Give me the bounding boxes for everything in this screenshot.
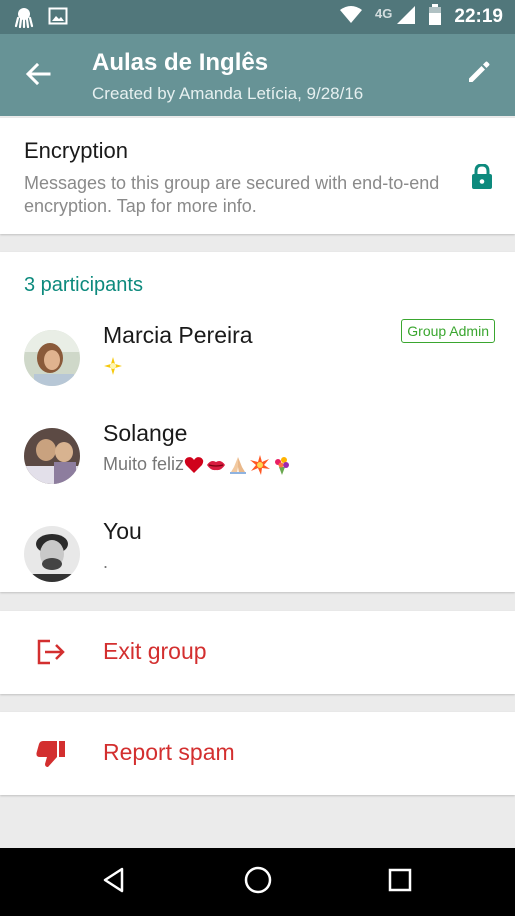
nav-home-icon <box>243 865 273 900</box>
sparkle-star-icon <box>103 356 123 376</box>
participant-status: . <box>103 552 108 573</box>
avatar <box>24 526 80 582</box>
nav-back-button[interactable] <box>86 860 142 904</box>
participants-section: 3 participants Marcia Pereira Group Admi… <box>0 252 515 592</box>
clock: 22:19 <box>454 6 503 27</box>
cell-signal-icon <box>396 5 416 30</box>
pencil-icon <box>466 59 492 90</box>
back-button[interactable] <box>18 56 58 96</box>
report-spam-button[interactable]: Report spam <box>0 712 515 795</box>
participant-row[interactable]: Marcia Pereira Group Admin <box>0 314 515 410</box>
nav-recents-button[interactable] <box>372 860 428 904</box>
collision-icon <box>250 454 271 475</box>
praying-hands-icon <box>228 455 248 475</box>
kiss-lips-icon <box>206 455 226 475</box>
group-admin-badge: Group Admin <box>401 319 495 343</box>
image-notification-icon <box>48 6 68 33</box>
participant-name: Marcia Pereira <box>103 322 253 348</box>
participant-count: 3 participants <box>24 274 143 296</box>
encryption-title: Encryption <box>24 138 128 163</box>
encryption-description: Messages to this group are secured with … <box>24 173 440 216</box>
participant-name: You <box>103 518 142 544</box>
bouquet-icon <box>272 455 292 475</box>
participant-name: Solange <box>103 420 188 446</box>
status-bar: 4G 22:19 <box>0 0 515 34</box>
avatar <box>24 330 80 386</box>
group-title: Aulas de Inglês <box>92 49 269 76</box>
nav-recents-icon <box>387 867 413 898</box>
lock-icon <box>471 163 493 195</box>
app-bar: Aulas de Inglês Created by Amanda Letíci… <box>0 34 515 116</box>
wifi-icon <box>339 5 363 30</box>
octopus-notification-icon <box>14 6 34 33</box>
exit-group-button[interactable]: Exit group <box>0 611 515 694</box>
group-subtitle: Created by Amanda Letícia, 9/28/16 <box>92 84 364 103</box>
report-spam-label: Report spam <box>103 739 235 765</box>
red-heart-icon <box>184 455 204 475</box>
arrow-left-icon <box>25 61 51 92</box>
participant-row[interactable]: Solange Muito feliz <box>0 412 515 508</box>
battery-icon <box>428 3 442 31</box>
thumbs-down-icon <box>36 740 66 773</box>
participant-status: Muito feliz <box>103 454 294 475</box>
network-type: 4G <box>375 5 393 21</box>
nav-home-button[interactable] <box>230 860 286 904</box>
navigation-bar <box>0 848 515 916</box>
avatar <box>24 428 80 484</box>
participant-status-text: Muito feliz <box>103 454 185 474</box>
nav-back-icon <box>100 866 128 899</box>
exit-group-label: Exit group <box>103 638 207 664</box>
participant-status <box>103 356 125 376</box>
participant-row[interactable]: You . <box>0 510 515 606</box>
participant-status-text: . <box>103 552 109 572</box>
encryption-section[interactable]: Encryption Messages to this group are se… <box>0 118 515 234</box>
edit-button[interactable] <box>459 54 499 94</box>
exit-icon <box>36 639 66 670</box>
